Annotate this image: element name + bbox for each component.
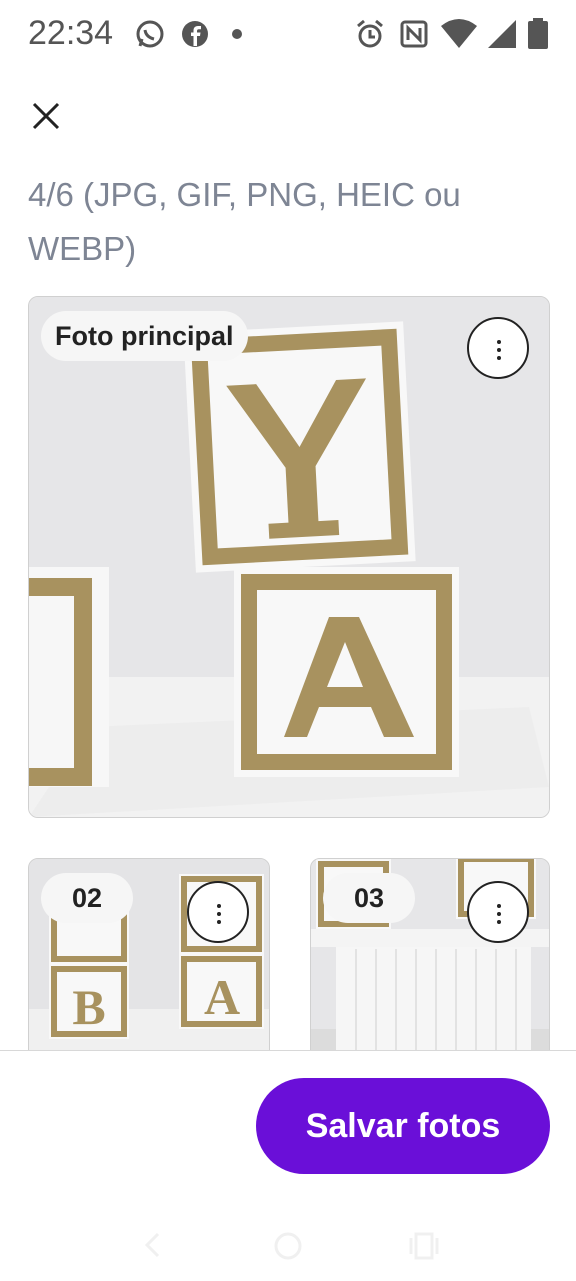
more-vert-icon (217, 904, 221, 908)
close-icon (32, 102, 60, 130)
battery-icon (528, 18, 548, 49)
save-photos-button[interactable]: Salvar fotos (256, 1078, 550, 1174)
photo-thumb-03-label: 03 (323, 873, 415, 923)
photo-thumb-03-menu-button[interactable] (467, 881, 529, 943)
notification-dot-icon (232, 29, 242, 39)
svg-text:A: A (204, 969, 240, 1025)
status-time: 22:34 (28, 14, 114, 52)
svg-text:B: B (72, 979, 105, 1035)
more-vert-icon (497, 340, 501, 344)
home-icon[interactable] (272, 1230, 304, 1262)
photo-thumb-02-menu-button[interactable] (187, 881, 249, 943)
status-bar: 22:34 (0, 0, 576, 70)
facebook-icon (182, 21, 208, 47)
main-photo-label: Foto principal (41, 311, 248, 361)
photo-count-subtitle: 4/6 (JPG, GIF, PNG, HEIC ou WEBP) (28, 176, 461, 267)
signal-icon (488, 20, 516, 48)
main-photo-menu-button[interactable] (467, 317, 529, 379)
nfc-icon (400, 20, 428, 48)
main-photo-image (29, 297, 549, 817)
close-button[interactable] (26, 96, 66, 136)
more-vert-icon (497, 904, 501, 908)
wifi-icon (441, 19, 477, 48)
whatsapp-icon (136, 20, 164, 48)
main-photo-card[interactable]: Foto principal (28, 296, 550, 818)
recents-icon[interactable] (408, 1230, 440, 1262)
back-icon[interactable] (140, 1230, 166, 1260)
alarm-icon (357, 19, 383, 48)
photo-thumb-02-label: 02 (41, 873, 133, 923)
system-nav-bar (0, 1212, 576, 1280)
